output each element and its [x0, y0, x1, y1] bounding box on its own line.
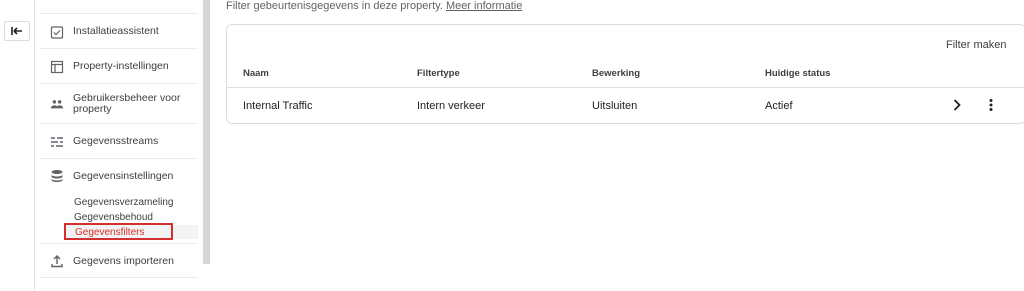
sidebar-item-label: Gegevensinstellingen — [73, 169, 174, 182]
sidebar-item-gegevensstreams[interactable]: Gegevensstreams — [40, 123, 198, 159]
window-icon — [50, 60, 64, 74]
sidebar-item-label: Installatieassistent — [73, 25, 159, 37]
table-cell-bewerking: Uitsluiten — [592, 100, 638, 112]
column-header-huidige-status[interactable]: Huidige status — [765, 68, 830, 79]
database-icon — [50, 169, 64, 183]
more-vert-icon[interactable] — [986, 98, 996, 112]
table-cell-status: Actief — [765, 100, 793, 112]
column-header-naam[interactable]: Naam — [243, 68, 269, 79]
table-header-divider — [227, 87, 1024, 88]
intro-description: Filter gebeurtenisgegevens in deze prope… — [226, 0, 443, 12]
column-header-filtertype[interactable]: Filtertype — [417, 68, 460, 79]
sidebar-subitem-gegevensbehoud[interactable]: Gegevensbehoud — [74, 212, 153, 223]
upload-icon — [50, 254, 64, 268]
people-icon — [50, 97, 64, 111]
sidebar-item-label: Gebruikersbeheer voor property — [73, 92, 181, 115]
highlight-annotation-box — [64, 223, 173, 240]
column-header-bewerking[interactable]: Bewerking — [592, 68, 640, 79]
table-cell-filtertype: Intern verkeer — [417, 100, 485, 112]
sidebar-item-gegevens-importeren[interactable]: Gegevens importeren — [40, 243, 198, 278]
clipboard-check-icon — [50, 25, 64, 39]
sidebar-subitem-gegevensverzameling[interactable]: Gegevensverzameling — [74, 197, 174, 208]
learn-more-link[interactable]: Meer informatie — [446, 0, 522, 12]
chevron-right-icon[interactable] — [950, 98, 964, 112]
collapse-left-arrow-icon[interactable] — [4, 21, 30, 41]
sidebar-item-label: Gegevens importeren — [73, 254, 174, 267]
left-rail — [0, 0, 35, 290]
sidebar-item-gegevensinstellingen[interactable]: Gegevensinstellingen — [40, 158, 198, 193]
sidebar-item-label: Gegevensstreams — [73, 135, 159, 147]
sidebar-scrollbar[interactable] — [203, 0, 210, 264]
sidebar-item-installatieassistent[interactable]: Installatieassistent — [40, 13, 198, 49]
sidebar-item-next — [40, 277, 198, 291]
streams-icon — [50, 135, 64, 149]
sidebar-item-gebruikersbeheer[interactable]: Gebruikersbeheer voor property — [40, 83, 198, 124]
table-cell-naam: Internal Traffic — [243, 100, 313, 112]
sidebar-item-label: Property-instellingen — [73, 60, 169, 72]
create-filter-button[interactable]: Filter maken — [946, 39, 1007, 51]
intro-text: Filter gebeurtenisgegevens in deze prope… — [226, 0, 522, 12]
property-sidebar: Installatieassistent Property-instelling… — [40, 0, 198, 290]
sidebar-item-property-instellingen[interactable]: Property-instellingen — [40, 48, 198, 84]
